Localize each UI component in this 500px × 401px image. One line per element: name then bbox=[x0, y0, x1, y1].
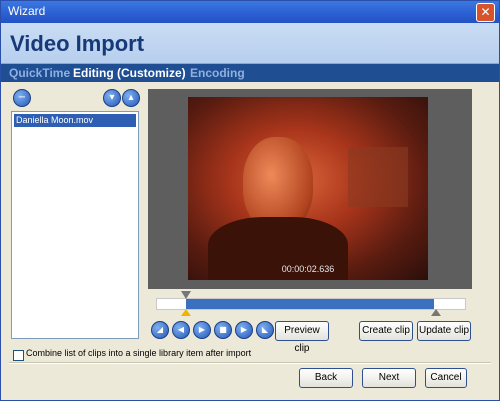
in-point-marker[interactable] bbox=[181, 309, 191, 316]
back-button[interactable]: Back bbox=[299, 368, 353, 388]
play-button[interactable]: ▶ bbox=[193, 321, 211, 339]
playhead-handle[interactable] bbox=[181, 291, 191, 299]
jump-to-start-icon: ◢ bbox=[156, 325, 164, 334]
next-button[interactable]: Next bbox=[362, 368, 416, 388]
divider bbox=[9, 362, 491, 364]
step-editing: Editing (Customize) bbox=[73, 66, 186, 80]
video-preview-panel: 00:00:02.636 bbox=[148, 89, 472, 289]
step-encoding: Encoding bbox=[190, 66, 245, 80]
step-forward-icon: ▶ bbox=[240, 325, 248, 334]
step-back-icon: ◀ bbox=[177, 325, 185, 334]
timecode: 00:00:02.636 bbox=[281, 264, 335, 274]
title-bar: Wizard ✕ bbox=[1, 1, 499, 23]
create-clip-button[interactable]: Create clip bbox=[359, 321, 413, 341]
wizard-window: Wizard ✕ Video Import QuickTime Editing … bbox=[0, 0, 500, 401]
move-up-button[interactable]: ▴ bbox=[122, 89, 140, 107]
preview-clip-button[interactable]: Preview clip bbox=[275, 321, 329, 354]
wizard-header: Video Import bbox=[1, 23, 499, 64]
down-arrow-icon: ▾ bbox=[109, 92, 115, 103]
video-background-object bbox=[348, 147, 408, 207]
list-item[interactable]: Daniella Moon.mov bbox=[14, 114, 136, 127]
timeline-track[interactable] bbox=[156, 298, 466, 310]
up-arrow-icon: ▴ bbox=[128, 92, 134, 103]
timeline-selection bbox=[186, 299, 434, 309]
move-down-button[interactable]: ▾ bbox=[103, 89, 121, 107]
window-title: Wizard bbox=[8, 4, 46, 18]
page-title: Video Import bbox=[10, 31, 145, 56]
update-clip-button[interactable]: Update clip bbox=[417, 321, 471, 341]
clip-list: Daniella Moon.mov bbox=[11, 111, 139, 339]
video-frame: 00:00:02.636 bbox=[188, 97, 428, 280]
step-back-button[interactable]: ◀ bbox=[172, 321, 190, 339]
cancel-button[interactable]: Cancel bbox=[425, 368, 467, 388]
combine-clips-label: Combine list of clips into a single libr… bbox=[26, 348, 252, 358]
step-bar: QuickTime Editing (Customize) Encoding bbox=[1, 64, 499, 82]
remove-clip-button[interactable]: − bbox=[13, 89, 31, 107]
combine-clips-checkbox[interactable] bbox=[13, 350, 24, 361]
play-icon: ▶ bbox=[198, 325, 206, 334]
stop-icon: ■ bbox=[219, 325, 227, 334]
jump-to-end-button[interactable]: ◣ bbox=[256, 321, 274, 339]
out-point-marker[interactable] bbox=[431, 309, 441, 316]
stop-button[interactable]: ■ bbox=[214, 321, 232, 339]
close-icon[interactable]: ✕ bbox=[476, 3, 495, 22]
step-forward-button[interactable]: ▶ bbox=[235, 321, 253, 339]
jump-to-end-icon: ◣ bbox=[261, 325, 269, 334]
jump-to-start-button[interactable]: ◢ bbox=[151, 321, 169, 339]
step-quicktime: QuickTime bbox=[9, 66, 71, 80]
minus-icon: − bbox=[17, 92, 27, 103]
